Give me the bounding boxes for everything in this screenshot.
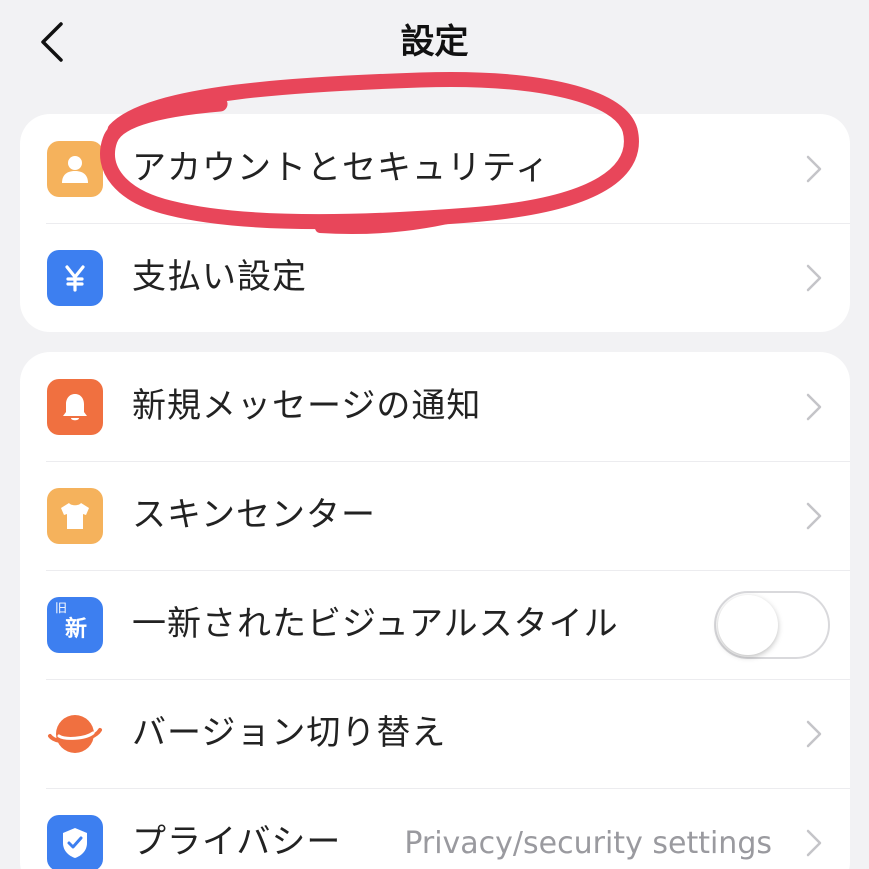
chevron-right-icon (806, 502, 822, 530)
settings-item-label: 支払い設定 (132, 257, 307, 297)
settings-item-label: アカウントとセキュリティ (132, 148, 550, 188)
chevron-right-icon (806, 829, 822, 857)
chevron-right-icon (806, 155, 822, 183)
settings-item-label: スキンセンター (132, 495, 376, 535)
settings-group-account: アカウントとセキュリティ 支払い設定 (20, 114, 850, 332)
settings-item-notifications[interactable]: 新規メッセージの通知 (20, 352, 850, 461)
settings-item-label: バージョン切り替え (132, 713, 447, 753)
page-title: 設定 (400, 22, 469, 62)
chevron-right-icon (806, 720, 822, 748)
settings-item-label: プライバシー (132, 822, 342, 862)
settings-item-sublabel: Privacy/security settings (404, 826, 772, 861)
chevron-right-icon (806, 393, 822, 421)
user-icon (47, 141, 103, 197)
settings-screen: 設定 アカウントとセキュリティ 支払い設定 新規メッセージの通知 スキンセンター… (0, 0, 869, 869)
settings-item-payment[interactable]: 支払い設定 (20, 223, 850, 332)
visual-style-toggle[interactable] (714, 591, 830, 659)
bell-icon (47, 379, 103, 435)
navigation-bar: 設定 (0, 0, 869, 86)
yen-icon (47, 250, 103, 306)
old-new-icon: 旧 新 (47, 597, 103, 653)
chevron-right-icon (806, 264, 822, 292)
planet-icon (47, 706, 103, 762)
settings-item-account-security[interactable]: アカウントとセキュリティ (20, 114, 850, 223)
toggle-knob (718, 595, 778, 655)
old-new-icon-old: 旧 (55, 601, 68, 615)
settings-item-label: 新規メッセージの通知 (132, 386, 482, 426)
old-new-icon-new: 新 (65, 617, 88, 642)
settings-item-label: 一新されたビジュアルスタイル (132, 604, 619, 644)
shield-check-icon (47, 815, 103, 869)
settings-item-privacy[interactable]: プライバシー Privacy/security settings (20, 788, 850, 869)
settings-item-visual-style[interactable]: 旧 新 一新されたビジュアルスタイル (20, 570, 850, 679)
settings-item-skin-center[interactable]: スキンセンター (20, 461, 850, 570)
tshirt-icon (47, 488, 103, 544)
settings-item-version-switch[interactable]: バージョン切り替え (20, 679, 850, 788)
settings-group-general: 新規メッセージの通知 スキンセンター 旧 新 一新されたビジュアルスタイル バー… (20, 352, 850, 869)
